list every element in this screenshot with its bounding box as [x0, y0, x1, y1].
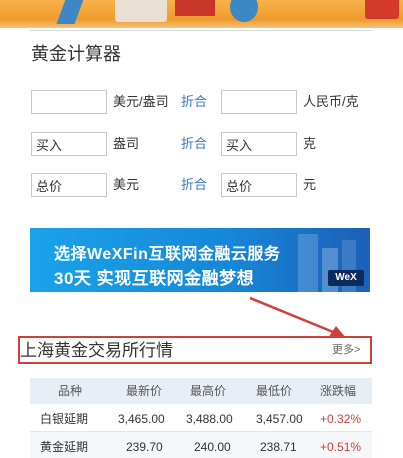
buy-ounce-input[interactable]: [31, 132, 107, 156]
convert-link-2[interactable]: 折合: [181, 132, 207, 156]
ad-headline: 选择WeXFin互联网金融云服务: [54, 246, 281, 263]
column-header: 最低价: [256, 384, 293, 398]
wex-logo: WeX: [328, 270, 364, 286]
latest-price: 3,465.00: [118, 412, 165, 426]
banner-badge: [365, 0, 399, 19]
calculator-title: 黄金计算器: [31, 44, 121, 64]
banner-decoration: [230, 0, 258, 22]
commodity-name[interactable]: 白银延期: [40, 411, 88, 427]
divider: [30, 30, 372, 31]
ad-subheadline-text: 实现互联网金融梦想: [96, 269, 255, 288]
ad-building-graphic: [298, 234, 318, 292]
column-header: 最新价: [126, 384, 163, 398]
wexfin-ad-banner[interactable]: 选择WeXFin互联网金融云服务 30天 实现互联网金融梦想 WeX: [30, 228, 370, 292]
rmb-per-gram-unit: 人民币/克: [303, 94, 359, 109]
banner-decoration: [115, 0, 167, 22]
yuan-unit: 元: [303, 177, 317, 192]
high-price: 240.00: [194, 440, 231, 454]
column-header: 品种: [58, 384, 83, 398]
more-link[interactable]: 更多>: [332, 343, 360, 357]
column-header: 涨跌幅: [320, 384, 357, 398]
commodity-name[interactable]: 黄金延期: [40, 439, 88, 455]
ad-subheadline: 30天 实现互联网金融梦想: [54, 264, 254, 289]
convert-link-1[interactable]: 折合: [181, 90, 207, 114]
gram-unit: 克: [303, 136, 317, 151]
buy-gram-input[interactable]: [221, 132, 297, 156]
total-usd-input[interactable]: [31, 173, 107, 197]
low-price: 3,457.00: [256, 412, 303, 426]
banner-decoration: [56, 0, 86, 24]
usd-per-ounce-unit: 美元/盎司: [113, 94, 169, 109]
ad-highlight: 30天: [54, 269, 92, 288]
low-price: 238.71: [260, 440, 297, 454]
convert-link-3[interactable]: 折合: [181, 173, 207, 197]
top-banner-image[interactable]: [0, 0, 403, 28]
high-price: 3,488.00: [186, 412, 233, 426]
total-yuan-input[interactable]: [221, 173, 297, 197]
change-percent: +0.32%: [320, 412, 362, 426]
latest-price: 239.70: [126, 440, 163, 454]
banner-decoration: [175, 0, 215, 16]
usd-per-ounce-input[interactable]: [31, 90, 107, 114]
market-section-title: 上海黄金交易所行情: [20, 341, 173, 360]
change-percent: +0.51%: [320, 440, 362, 454]
ounce-unit: 盎司: [113, 136, 140, 151]
rmb-per-gram-input[interactable]: [221, 90, 297, 114]
usd-unit: 美元: [113, 177, 140, 192]
column-header: 最高价: [190, 384, 227, 398]
